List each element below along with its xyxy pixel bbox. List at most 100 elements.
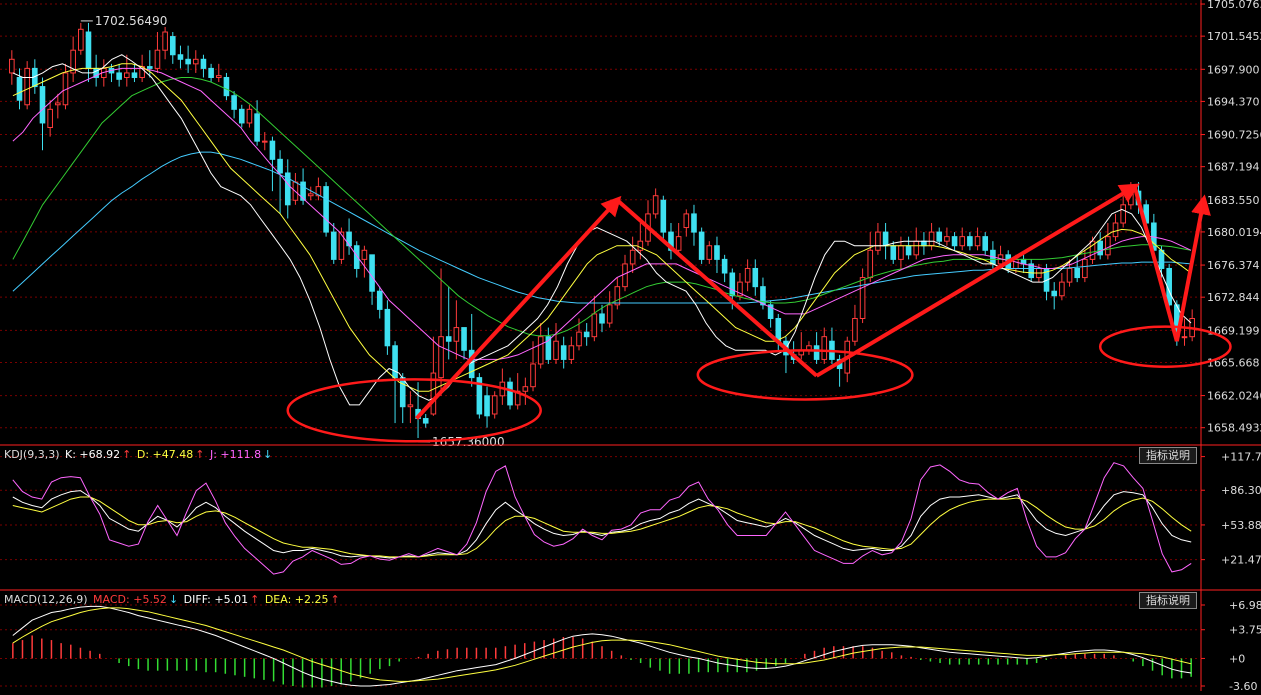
candle-body xyxy=(24,67,30,106)
candle-body xyxy=(867,249,874,279)
candle-body xyxy=(752,267,759,288)
candle-body xyxy=(124,72,130,78)
candle-body xyxy=(407,404,414,408)
candle-body xyxy=(116,72,122,80)
kdj-title: KDJ(9,3,3) K: +68.92 ↑ D: +47.48 ↑ J: +111… xyxy=(4,448,274,461)
candle-body xyxy=(675,236,682,251)
candle-body xyxy=(269,140,276,160)
price-tick-label: 1658.4932 xyxy=(1207,422,1261,435)
macd-value: MACD: +5.52 xyxy=(93,593,167,606)
candle-body xyxy=(721,258,728,274)
chart-svg: 1705.0763 1701.5452 1697.900 1694.370 1690.7… xyxy=(0,0,1261,693)
kdj-tick-label: +117.7 xyxy=(1221,451,1261,464)
candle-body xyxy=(1097,240,1103,256)
candle-body xyxy=(913,240,920,256)
candle-body xyxy=(154,49,161,69)
price-tick-label: 1687.194 xyxy=(1207,161,1260,174)
candle-body xyxy=(553,340,559,360)
candle-body xyxy=(706,245,713,260)
candle-body xyxy=(453,327,460,342)
candle-body xyxy=(177,54,184,60)
trend-arrow xyxy=(415,195,622,420)
kdj-name: KDJ(9,3,3) xyxy=(4,448,60,461)
candle-body xyxy=(491,395,498,415)
candle-body xyxy=(330,231,337,260)
candle-body xyxy=(775,317,782,342)
kdj-d-value: D: +47.48 xyxy=(136,448,194,461)
candle-body xyxy=(392,345,398,379)
trend-arrow xyxy=(1132,186,1179,342)
kdj-j-line xyxy=(12,462,1192,575)
candle-body xyxy=(254,113,260,142)
price-tick-label: 1683.550 xyxy=(1207,194,1260,207)
kdj-tick-label: +21.47 xyxy=(1221,554,1261,567)
price-tick-label: 1672.844 xyxy=(1207,291,1260,304)
kdj-j-down-icon: ↓ xyxy=(263,448,273,461)
candle-body xyxy=(78,28,84,51)
candle-body xyxy=(537,336,544,365)
macd-dea-value: DEA: +2.25 xyxy=(264,593,329,606)
candle-body xyxy=(85,31,92,69)
kdj-d-up-icon: ↑ xyxy=(195,448,205,461)
kdj-tick-label: +53.88 xyxy=(1221,519,1261,532)
candle-body xyxy=(568,345,575,360)
candle-body xyxy=(346,231,352,247)
candle-body xyxy=(1181,336,1188,339)
candle-body xyxy=(1112,222,1119,238)
candle-body xyxy=(1128,190,1134,206)
candle-body xyxy=(261,140,268,143)
candle-body xyxy=(898,245,904,260)
candle-body xyxy=(1051,290,1058,297)
candle-body xyxy=(323,186,329,233)
candle-body xyxy=(445,336,452,342)
highlight-circle xyxy=(696,349,914,401)
candle-body xyxy=(944,236,950,242)
candle-body xyxy=(484,395,490,417)
candle-body xyxy=(599,313,605,324)
macd-name: MACD(12,26,9) xyxy=(4,593,88,606)
price-tick-label: 1669.199 xyxy=(1207,324,1260,337)
candle-body xyxy=(277,158,283,174)
candle-body xyxy=(936,231,943,242)
candle-body xyxy=(928,231,935,247)
candle-body xyxy=(951,236,958,247)
low-annotation: 1657.36000 xyxy=(432,435,505,449)
candle-body xyxy=(591,313,598,338)
candle-body xyxy=(1066,267,1073,283)
candle-body xyxy=(238,108,245,124)
candle-body xyxy=(39,86,46,124)
kdj-indicator-button[interactable]: 指标说明 xyxy=(1139,447,1197,464)
candle-body xyxy=(982,236,989,251)
candle-body xyxy=(47,108,53,129)
candle-body xyxy=(461,327,467,351)
candle-body xyxy=(729,272,736,297)
ma10-line xyxy=(12,63,1192,392)
candle-body xyxy=(307,193,314,197)
candle-body xyxy=(583,331,590,338)
candle-body xyxy=(1082,258,1088,279)
candle-body xyxy=(361,249,368,260)
highlight-circle xyxy=(1098,325,1232,368)
candle-body xyxy=(714,245,720,260)
candle-body xyxy=(185,58,191,65)
chart-root: 1705.0763 1701.5452 1697.900 1694.370 1690.7… xyxy=(0,0,1261,693)
candle-body xyxy=(146,66,153,69)
candle-body xyxy=(652,195,659,215)
candle-body xyxy=(905,245,912,256)
candle-body xyxy=(1120,204,1126,224)
candle-body xyxy=(422,418,429,424)
candle-body xyxy=(744,267,751,283)
candle-body xyxy=(614,286,621,306)
macd-tick-label: +6.98 xyxy=(1229,599,1261,612)
macd-dea-line xyxy=(12,607,1192,682)
macd-tick-label: +0 xyxy=(1229,652,1245,665)
candle-body xyxy=(890,245,897,260)
macd-indicator-button[interactable]: 指标说明 xyxy=(1139,592,1197,609)
candle-body xyxy=(16,76,23,101)
candle-body xyxy=(384,308,391,347)
candle-body xyxy=(376,290,383,310)
high-annotation: 1702.56490 xyxy=(95,14,168,28)
candle-body xyxy=(399,377,406,408)
candle-body xyxy=(637,240,644,251)
candle-body xyxy=(859,277,866,319)
